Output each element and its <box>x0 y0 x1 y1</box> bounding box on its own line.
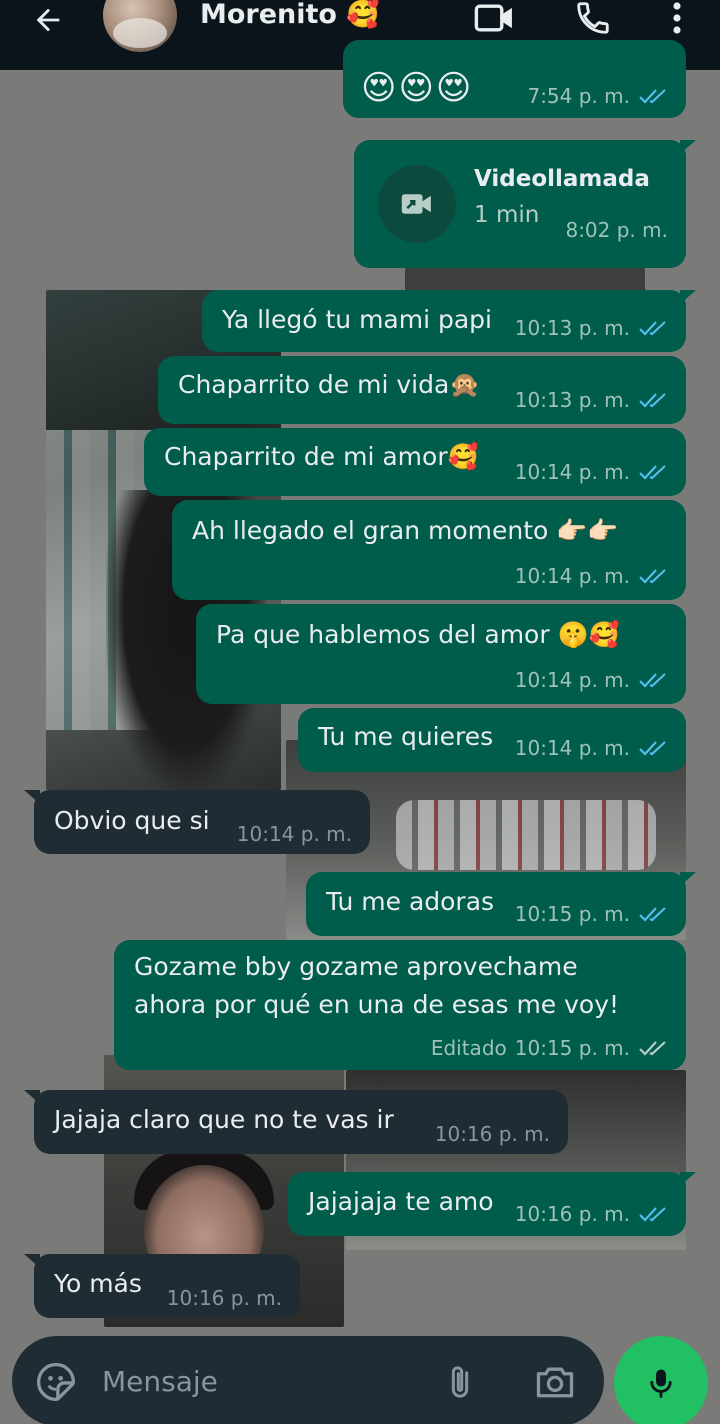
message-text: Pa que hablemos del amor 🤫🥰 <box>216 620 620 649</box>
message-time: 10:14 p. m. <box>514 668 630 692</box>
contact-name[interactable]: Morenito 🥰 <box>200 0 380 30</box>
message-text: Jajaja claro que no te vas ir <box>54 1105 394 1134</box>
message-bubble-outgoing[interactable]: Chaparrito de mi amor🥰 10:14 p. m. <box>144 428 686 496</box>
message-meta: 10:14 p. m. <box>237 822 352 846</box>
edited-label: Editado <box>430 1036 507 1060</box>
message-time: 10:14 p. m. <box>236 822 352 846</box>
message-text: Yo más <box>54 1269 142 1298</box>
message-text: Ya llegó tu mami papi <box>222 305 492 334</box>
message-meta: 10:14 p. m. <box>515 736 668 760</box>
message-text-line: Gozame bby gozame aprovechame <box>134 952 578 981</box>
message-composer <box>12 1336 604 1424</box>
delivered-receipt-icon <box>639 1041 666 1056</box>
message-meta: 10:14 p. m. <box>515 564 668 588</box>
message-bubble-incoming[interactable]: Obvio que si 10:14 p. m. <box>24 790 370 854</box>
message-time: 10:15 p. m. <box>514 1036 630 1060</box>
message-text: Chaparrito de mi vida🙊 <box>178 370 481 399</box>
read-receipt-icon <box>639 465 666 480</box>
message-time: 10:14 p. m. <box>514 736 630 760</box>
message-text: Chaparrito de mi amor🥰 <box>164 442 479 471</box>
message-bubble-outgoing[interactable]: Ah llegado el gran momento 👉🏻👉🏻 10:14 p.… <box>172 500 686 600</box>
message-time: 10:16 p. m. <box>166 1286 282 1310</box>
call-title: Videollamada <box>474 166 650 192</box>
voice-record-button[interactable] <box>614 1336 708 1424</box>
message-text: Obvio que si <box>54 806 210 835</box>
attach-button[interactable] <box>440 1360 480 1404</box>
read-receipt-icon <box>639 907 666 922</box>
message-meta: 10:15 p. m. <box>515 902 668 926</box>
camera-button[interactable] <box>532 1360 578 1404</box>
message-meta: 7:54 p. m. <box>527 84 668 108</box>
message-text: Tu me adoras <box>326 887 495 916</box>
voice-call-button[interactable] <box>568 0 618 38</box>
video-call-icon <box>401 194 431 214</box>
phone-icon <box>577 2 609 34</box>
message-time: 10:16 p. m. <box>514 1202 630 1226</box>
message-text: Tu me quieres <box>318 722 494 751</box>
message-meta: 10:16 p. m. <box>515 1202 668 1226</box>
microphone-icon <box>650 1369 672 1398</box>
sticker-emoji-icon <box>36 1362 76 1402</box>
message-list[interactable]: 😍😍😍 7:54 p. m. Videollamada 1 min 8:02 p… <box>0 40 720 1340</box>
message-meta: Editado 10:15 p. m. <box>431 1036 668 1060</box>
message-bubble-outgoing[interactable]: Ya llegó tu mami papi 10:13 p. m. <box>202 290 696 352</box>
message-time: 10:16 p. m. <box>434 1122 550 1146</box>
message-time: 10:13 p. m. <box>514 388 630 412</box>
read-receipt-icon <box>639 321 666 336</box>
message-meta: 8:02 p. m. <box>565 218 668 242</box>
video-call-message[interactable]: Videollamada 1 min 8:02 p. m. <box>354 140 696 268</box>
contact-avatar[interactable] <box>103 0 177 52</box>
message-text: 😍😍😍 <box>361 68 474 108</box>
message-text: Jajajaja te amo <box>308 1187 494 1216</box>
message-bubble-outgoing[interactable]: 😍😍😍 7:54 p. m. <box>343 40 686 118</box>
message-time: 10:15 p. m. <box>514 902 630 926</box>
message-meta: 10:16 p. m. <box>435 1122 550 1146</box>
call-duration: 1 min <box>474 202 540 228</box>
message-bubble-outgoing[interactable]: Tu me adoras 10:15 p. m. <box>306 872 696 936</box>
more-vertical-icon <box>673 2 681 34</box>
message-meta: 10:16 p. m. <box>167 1286 282 1310</box>
message-bubble-outgoing[interactable]: Tu me quieres 10:14 p. m. <box>298 708 686 772</box>
read-receipt-icon <box>639 393 666 408</box>
message-bubble-outgoing[interactable]: Jajajaja te amo 10:16 p. m. <box>288 1172 696 1236</box>
message-text-line: ahora por qué en una de esas me voy! <box>134 990 620 1019</box>
sticker-button[interactable] <box>34 1360 78 1404</box>
message-bubble-incoming[interactable]: Jajaja claro que no te vas ir 10:16 p. m… <box>24 1090 568 1154</box>
read-receipt-icon <box>639 741 666 756</box>
message-text: Ah llegado el gran momento 👉🏻👉🏻 <box>192 516 619 545</box>
back-button[interactable] <box>24 0 72 40</box>
message-bubble-incoming[interactable]: Yo más 10:16 p. m. <box>24 1254 300 1318</box>
message-meta: 10:14 p. m. <box>515 460 668 484</box>
message-meta: 10:14 p. m. <box>515 668 668 692</box>
read-receipt-icon <box>639 673 666 688</box>
camera-icon <box>536 1367 574 1398</box>
message-time: 7:54 p. m. <box>527 84 630 108</box>
back-arrow-icon <box>36 8 60 32</box>
call-icon-circle[interactable] <box>378 165 456 243</box>
paperclip-icon <box>451 1366 469 1398</box>
message-bubble-outgoing[interactable]: Pa que hablemos del amor 🤫🥰 10:14 p. m. <box>196 604 686 704</box>
read-receipt-icon <box>639 569 666 584</box>
message-time: 10:14 p. m. <box>514 564 630 588</box>
message-meta: 10:13 p. m. <box>515 388 668 412</box>
more-options-button[interactable] <box>652 0 702 38</box>
video-camera-icon <box>474 4 512 32</box>
read-receipt-icon <box>639 89 666 104</box>
message-bubble-outgoing[interactable]: Gozame bby gozame aprovechame ahora por … <box>114 940 686 1070</box>
message-time: 10:13 p. m. <box>514 316 630 340</box>
message-input[interactable] <box>102 1356 422 1406</box>
message-bubble-outgoing[interactable]: Chaparrito de mi vida🙊 10:13 p. m. <box>158 356 686 424</box>
message-time: 10:14 p. m. <box>514 460 630 484</box>
message-meta: 10:13 p. m. <box>515 316 668 340</box>
message-time: 8:02 p. m. <box>565 218 668 242</box>
video-call-button[interactable] <box>470 0 520 38</box>
read-receipt-icon <box>639 1207 666 1222</box>
